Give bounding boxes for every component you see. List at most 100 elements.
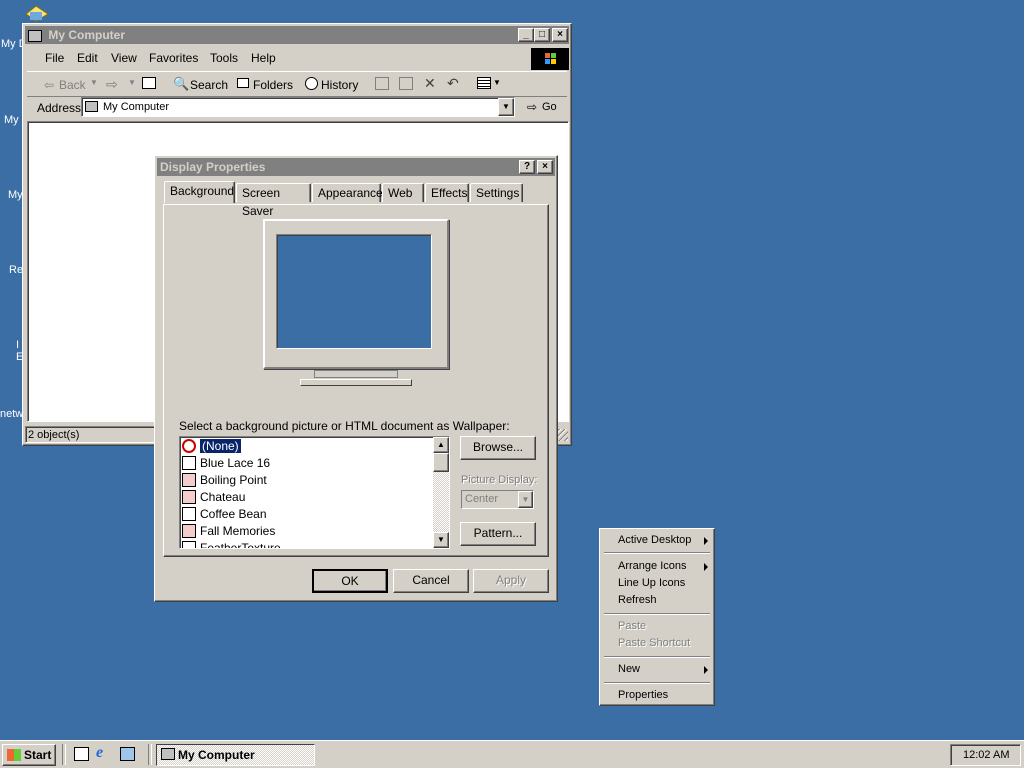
tab-screen-saver[interactable]: Screen Saver bbox=[236, 183, 311, 218]
scroll-thumb[interactable] bbox=[433, 453, 449, 472]
menu-item-arrange-icons[interactable]: Arrange Icons bbox=[618, 560, 686, 572]
tab-panel: Select a background picture or HTML docu… bbox=[163, 204, 549, 557]
desktop-label-network[interactable]: netw bbox=[0, 408, 23, 420]
list-item[interactable]: Coffee Bean bbox=[182, 506, 267, 523]
close-button[interactable]: × bbox=[552, 28, 568, 42]
clock[interactable]: 12:02 AM bbox=[963, 749, 1009, 761]
submenu-arrow-icon bbox=[704, 563, 708, 571]
submenu-arrow-icon bbox=[704, 537, 708, 545]
internet-explorer-icon[interactable]: e bbox=[96, 744, 103, 762]
search-button[interactable]: Search bbox=[190, 78, 228, 92]
wallpaper-item-label: Blue Lace 16 bbox=[200, 456, 271, 470]
tab-appearance[interactable]: Appearance bbox=[312, 183, 383, 202]
menu-item-refresh[interactable]: Refresh bbox=[618, 594, 657, 606]
wallpaper-item-label: Boiling Point bbox=[200, 473, 267, 487]
task-label: My Computer bbox=[178, 748, 255, 762]
menu-separator bbox=[604, 656, 710, 658]
address-dropdown-button[interactable]: ▼ bbox=[498, 98, 514, 116]
desktop-label-my-computer[interactable]: My bbox=[4, 114, 19, 126]
apply-button[interactable]: Apply bbox=[473, 569, 549, 593]
copy-to-icon[interactable] bbox=[399, 77, 413, 90]
up-folder-icon[interactable] bbox=[142, 77, 156, 89]
monitor-preview bbox=[263, 219, 449, 369]
explorer-titlebar[interactable]: My Computer bbox=[25, 26, 569, 44]
help-button[interactable]: ? bbox=[519, 160, 535, 174]
picture-display-select[interactable]: Center ▼ bbox=[461, 490, 534, 509]
menu-separator bbox=[604, 613, 710, 615]
browse-button[interactable]: Browse... bbox=[460, 436, 536, 460]
desktop-label-my-network[interactable]: My bbox=[8, 189, 23, 201]
address-field[interactable]: My Computer ▼ bbox=[81, 97, 515, 117]
go-button[interactable]: Go bbox=[542, 101, 557, 113]
menu-favorites[interactable]: Favorites bbox=[149, 51, 198, 65]
minimize-button[interactable]: _ bbox=[518, 28, 534, 42]
list-item[interactable]: Boiling Point bbox=[182, 472, 267, 489]
list-item[interactable]: Fall Memories bbox=[182, 523, 275, 540]
paint-bucket-icon bbox=[182, 506, 196, 521]
list-item[interactable]: FeatherTexture bbox=[182, 540, 281, 548]
tab-background[interactable]: Background bbox=[164, 181, 235, 203]
menu-tools[interactable]: Tools bbox=[210, 51, 238, 65]
tab-effects[interactable]: Effects bbox=[425, 183, 469, 202]
taskbar: Start e My Computer 12:02 AM bbox=[0, 740, 1024, 768]
outlook-express-icon[interactable] bbox=[120, 747, 135, 761]
desktop-icon-folder[interactable] bbox=[24, 4, 50, 22]
menu-file[interactable]: File bbox=[45, 51, 64, 65]
list-item[interactable]: Blue Lace 16 bbox=[182, 455, 270, 472]
paint-bucket-icon bbox=[182, 455, 196, 470]
menu-item-paste-shortcut[interactable]: Paste Shortcut bbox=[618, 637, 690, 649]
submenu-arrow-icon bbox=[704, 666, 708, 674]
desktop-context-menu: Active Desktop Arrange Icons Line Up Ico… bbox=[599, 528, 715, 706]
views-dropdown-icon[interactable]: ▼ bbox=[493, 78, 501, 87]
undo-icon[interactable]: ↶ bbox=[447, 75, 459, 92]
menu-item-line-up-icons[interactable]: Line Up Icons bbox=[618, 577, 685, 589]
menu-edit[interactable]: Edit bbox=[77, 51, 98, 65]
scroll-up-button[interactable]: ▲ bbox=[433, 437, 449, 453]
windows-logo bbox=[531, 48, 569, 70]
list-scrollbar[interactable]: ▲ ▼ bbox=[433, 437, 449, 548]
menu-view[interactable]: View bbox=[111, 51, 137, 65]
pattern-button[interactable]: Pattern... bbox=[460, 522, 536, 546]
picture-display-label: Picture Display: bbox=[461, 474, 538, 486]
display-properties-dialog: Display Properties ? × Background Screen… bbox=[154, 155, 558, 602]
task-button-my-computer[interactable]: My Computer bbox=[156, 744, 315, 766]
back-button[interactable]: Back bbox=[59, 78, 86, 92]
menu-item-active-desktop[interactable]: Active Desktop bbox=[618, 534, 691, 546]
address-label: Address bbox=[37, 101, 82, 115]
wallpaper-item-label: (None) bbox=[199, 438, 242, 454]
back-dropdown-icon[interactable]: ▼ bbox=[90, 78, 98, 87]
list-item[interactable]: Chateau bbox=[182, 489, 245, 506]
show-desktop-icon[interactable] bbox=[74, 747, 89, 761]
dialog-titlebar[interactable]: Display Properties bbox=[157, 158, 555, 176]
history-button[interactable]: History bbox=[321, 78, 358, 92]
menu-item-paste[interactable]: Paste bbox=[618, 620, 646, 632]
forward-arrow-icon[interactable]: ⇨ bbox=[106, 76, 118, 93]
move-to-icon[interactable] bbox=[375, 77, 389, 90]
windows-flag-icon bbox=[7, 749, 21, 761]
menu-separator bbox=[604, 552, 710, 554]
maximize-button[interactable]: □ bbox=[534, 28, 550, 42]
list-item[interactable]: (None) bbox=[182, 438, 242, 455]
menu-help[interactable]: Help bbox=[251, 51, 276, 65]
delete-icon[interactable]: ✕ bbox=[424, 75, 436, 92]
picture-display-dropdown-button[interactable]: ▼ bbox=[518, 491, 533, 508]
picture-file-icon bbox=[182, 523, 196, 538]
cancel-button[interactable]: Cancel bbox=[393, 569, 469, 593]
desktop-label-internet-1[interactable]: I bbox=[16, 339, 19, 351]
menu-item-new[interactable]: New bbox=[618, 663, 640, 675]
tab-web[interactable]: Web bbox=[382, 183, 424, 202]
menu-item-properties[interactable]: Properties bbox=[618, 689, 668, 701]
desktop-label-recycle-bin[interactable]: Re bbox=[9, 264, 23, 276]
folders-button[interactable]: Folders bbox=[253, 78, 293, 92]
ok-button[interactable]: OK bbox=[312, 569, 388, 593]
views-icon[interactable] bbox=[477, 77, 491, 89]
start-button[interactable]: Start bbox=[2, 744, 56, 766]
start-label: Start bbox=[24, 748, 52, 762]
toolbar: ⇦ Back ▼ ⇨ ▼ 🔍 Search Folders History ✕ … bbox=[27, 71, 567, 96]
forward-dropdown-icon[interactable]: ▼ bbox=[128, 78, 136, 87]
picture-display-value: Center bbox=[465, 493, 499, 505]
wallpaper-list[interactable]: (None) Blue Lace 16 Boiling Point Chatea… bbox=[179, 436, 450, 549]
scroll-down-button[interactable]: ▼ bbox=[433, 532, 449, 548]
tab-settings[interactable]: Settings bbox=[470, 183, 523, 202]
dialog-close-button[interactable]: × bbox=[537, 160, 553, 174]
